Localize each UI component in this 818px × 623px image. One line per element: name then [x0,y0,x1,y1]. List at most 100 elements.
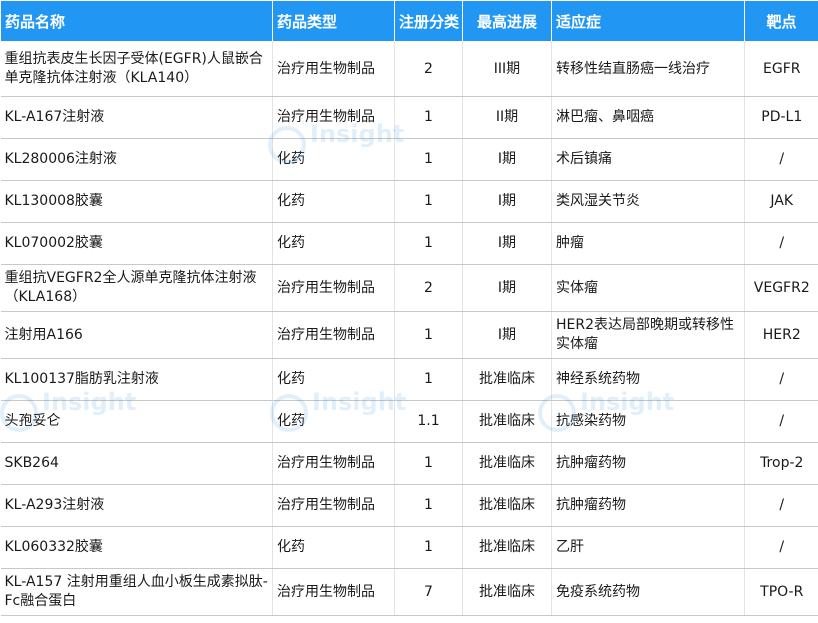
cell-registration-class: 1 [394,96,463,139]
cell-target: VEGFR2 [744,264,818,312]
cell-drug-type: 治疗用生物制品 [272,41,395,97]
table-row: KL060332胶囊 化药 1 批准临床 乙肝 / [0,526,818,569]
cell-target: PD-L1 [744,96,818,139]
cell-drug-name: 重组抗VEGFR2全人源单克隆抗体注射液（KLA168） [0,264,273,312]
table-row: KL070002胶囊 化药 1 I期 肿瘤 / [0,222,818,265]
cell-drug-name: KL-A293注射液 [0,484,273,527]
cell-indication: 淋巴瘤、鼻咽癌 [551,96,745,139]
cell-drug-name: 注射用A166 [0,311,273,359]
table-row: KL-A293注射液 治疗用生物制品 1 批准临床 抗肿瘤药物 / [0,484,818,527]
cell-highest-phase: III期 [462,41,552,97]
cell-drug-type: 化药 [272,358,395,401]
cell-drug-type: 治疗用生物制品 [272,96,395,139]
cell-registration-class: 1 [394,358,463,401]
cell-drug-type: 化药 [272,180,395,223]
cell-drug-name: SKB264 [0,442,273,485]
cell-drug-name: 头孢妥仑 [0,400,273,443]
cell-target: Trop-2 [744,442,818,485]
cell-highest-phase: I期 [462,311,552,359]
cell-target: / [744,222,818,265]
cell-drug-type: 化药 [272,138,395,181]
cell-indication: 实体瘤 [551,264,745,312]
cell-target: / [744,138,818,181]
cell-drug-name: KL100137脂肪乳注射液 [0,358,273,401]
cell-highest-phase: 批准临床 [462,442,552,485]
cell-target: JAK [744,180,818,223]
cell-registration-class: 1 [394,484,463,527]
cell-target: / [744,484,818,527]
cell-registration-class: 1 [394,442,463,485]
table-row: KL280006注射液 化药 1 I期 术后镇痛 / [0,138,818,181]
cell-drug-type: 治疗用生物制品 [272,484,395,527]
table-row: 头孢妥仑 化药 1.1 批准临床 抗感染药物 / [0,400,818,443]
cell-highest-phase: I期 [462,138,552,181]
cell-drug-type: 治疗用生物制品 [272,311,395,359]
cell-target: / [744,526,818,569]
cell-target: EGFR [744,41,818,97]
cell-drug-type: 治疗用生物制品 [272,568,395,616]
table-row: KL-A167注射液 治疗用生物制品 1 II期 淋巴瘤、鼻咽癌 PD-L1 [0,96,818,139]
cell-drug-type: 治疗用生物制品 [272,264,395,312]
cell-indication: 类风湿关节炎 [551,180,745,223]
cell-drug-name: KL-A167注射液 [0,96,273,139]
cell-highest-phase: 批准临床 [462,358,552,401]
cell-highest-phase: 批准临床 [462,484,552,527]
cell-highest-phase: 批准临床 [462,400,552,443]
table-row: KL-A157 注射用重组人血小板生成素拟肽-Fc融合蛋白 治疗用生物制品 7 … [0,568,818,616]
cell-drug-name: 重组抗表皮生长因子受体(EGFR)人鼠嵌合单克隆抗体注射液（KLA140） [0,41,273,97]
cell-drug-type: 化药 [272,400,395,443]
table-row: 重组抗VEGFR2全人源单克隆抗体注射液（KLA168） 治疗用生物制品 2 I… [0,264,818,312]
cell-indication: 抗肿瘤药物 [551,484,745,527]
table-row: KL130008胶囊 化药 1 I期 类风湿关节炎 JAK [0,180,818,223]
cell-drug-name: KL070002胶囊 [0,222,273,265]
cell-registration-class: 2 [394,41,463,97]
header-highest-phase: 最高进展 [462,0,552,42]
cell-target: / [744,358,818,401]
cell-registration-class: 1 [394,180,463,223]
cell-registration-class: 2 [394,264,463,312]
cell-indication: 术后镇痛 [551,138,745,181]
cell-drug-name: KL-A157 注射用重组人血小板生成素拟肽-Fc融合蛋白 [0,568,273,616]
cell-indication: 抗感染药物 [551,400,745,443]
cell-target: HER2 [744,311,818,359]
cell-registration-class: 1.1 [394,400,463,443]
cell-indication: 乙肝 [551,526,745,569]
cell-highest-phase: I期 [462,222,552,265]
cell-indication: 肿瘤 [551,222,745,265]
table-row: 重组抗表皮生长因子受体(EGFR)人鼠嵌合单克隆抗体注射液（KLA140） 治疗… [0,41,818,97]
cell-drug-type: 化药 [272,222,395,265]
header-registration-class: 注册分类 [394,0,463,42]
drug-pipeline-table: 药品名称 药品类型 注册分类 最高进展 适应症 靶点 重组抗表皮生长因子受体(E… [0,0,818,616]
cell-highest-phase: 批准临床 [462,526,552,569]
cell-indication: 转移性结直肠癌一线治疗 [551,41,745,97]
cell-drug-name: KL130008胶囊 [0,180,273,223]
cell-highest-phase: I期 [462,264,552,312]
cell-target: / [744,400,818,443]
header-indication: 适应症 [551,0,745,42]
table-row: KL100137脂肪乳注射液 化药 1 批准临床 神经系统药物 / [0,358,818,401]
cell-highest-phase: II期 [462,96,552,139]
header-target: 靶点 [744,0,818,42]
cell-indication: 神经系统药物 [551,358,745,401]
cell-highest-phase: I期 [462,180,552,223]
cell-drug-type: 化药 [272,526,395,569]
cell-registration-class: 1 [394,311,463,359]
table-row: 注射用A166 治疗用生物制品 1 I期 HER2表达局部晚期或转移性实体瘤 H… [0,311,818,359]
cell-drug-type: 治疗用生物制品 [272,442,395,485]
header-drug-name: 药品名称 [0,0,273,42]
cell-registration-class: 1 [394,222,463,265]
cell-highest-phase: 批准临床 [462,568,552,616]
cell-registration-class: 1 [394,526,463,569]
cell-target: TPO-R [744,568,818,616]
cell-registration-class: 1 [394,138,463,181]
header-drug-type: 药品类型 [272,0,395,42]
header-row: 药品名称 药品类型 注册分类 最高进展 适应症 靶点 [0,0,818,42]
table-row: SKB264 治疗用生物制品 1 批准临床 抗肿瘤药物 Trop-2 [0,442,818,485]
cell-indication: HER2表达局部晚期或转移性实体瘤 [551,311,745,359]
cell-indication: 抗肿瘤药物 [551,442,745,485]
cell-drug-name: KL060332胶囊 [0,526,273,569]
cell-indication: 免疫系统药物 [551,568,745,616]
cell-drug-name: KL280006注射液 [0,138,273,181]
cell-registration-class: 7 [394,568,463,616]
drug-pipeline-sheet: 药品名称 药品类型 注册分类 最高进展 适应症 靶点 重组抗表皮生长因子受体(E… [0,0,818,623]
